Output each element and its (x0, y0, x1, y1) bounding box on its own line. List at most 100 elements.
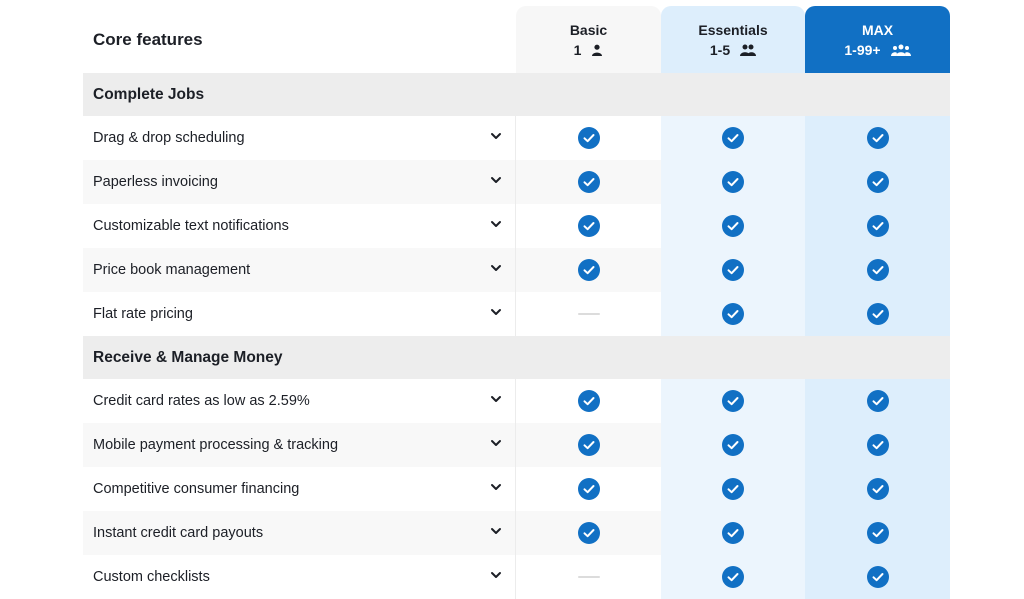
user-count: 1-5 (709, 41, 731, 58)
cell-essentials (661, 423, 805, 467)
cell-basic (516, 204, 661, 248)
cell-essentials (661, 379, 805, 423)
core-features-title: Core features (93, 29, 203, 49)
cell-essentials (661, 511, 805, 555)
dash-icon (577, 313, 600, 315)
feature-label: Customizable text notifications (93, 218, 289, 234)
check-circle-icon (722, 171, 744, 193)
feature-row[interactable]: Custom checklists (83, 555, 950, 599)
person-icon (591, 44, 603, 56)
chevron-down-icon[interactable] (489, 217, 503, 235)
feature-label-cell[interactable]: Custom checklists (83, 555, 516, 599)
feature-label: Paperless invoicing (93, 174, 218, 190)
check-circle-icon (866, 171, 889, 193)
chevron-down-icon[interactable] (489, 305, 503, 323)
chevron-down-icon[interactable] (489, 392, 503, 410)
feature-row[interactable]: Drag & drop scheduling (83, 116, 950, 160)
feature-label-cell[interactable]: Credit card rates as low as 2.59% (83, 379, 516, 423)
feature-row[interactable]: Customizable text notifications (83, 204, 950, 248)
feature-label: Competitive consumer financing (93, 481, 300, 497)
check-circle-icon (866, 434, 889, 456)
feature-row[interactable]: Competitive consumer financing (83, 467, 950, 511)
section-header: Complete Jobs (83, 73, 950, 116)
check-circle-icon (866, 390, 889, 412)
feature-label-cell[interactable]: Paperless invoicing (83, 160, 516, 204)
check-circle-icon (577, 478, 600, 500)
feature-row[interactable]: Mobile payment processing & tracking (83, 423, 950, 467)
chevron-down-icon[interactable] (489, 129, 503, 147)
cell-max (805, 248, 950, 292)
table-header: Core features Basic 1 Essentials 1-5 MAX (83, 6, 950, 73)
check-circle-icon (722, 522, 744, 544)
cell-basic (516, 555, 661, 599)
check-circle-icon (866, 259, 889, 281)
check-circle-icon (722, 259, 744, 281)
cell-essentials (661, 292, 805, 336)
check-circle-icon (577, 171, 600, 193)
feature-label: Flat rate pricing (93, 306, 193, 322)
cell-max (805, 511, 950, 555)
cell-essentials (661, 204, 805, 248)
plan-basic-header: Basic 1 (516, 6, 661, 73)
cell-basic (516, 423, 661, 467)
cell-max (805, 204, 950, 248)
cell-max (805, 423, 950, 467)
check-circle-icon (577, 434, 600, 456)
cell-max (805, 292, 950, 336)
chevron-down-icon[interactable] (489, 524, 503, 542)
check-circle-icon (722, 566, 744, 588)
feature-label-cell[interactable]: Price book management (83, 248, 516, 292)
cell-basic (516, 292, 661, 336)
cell-essentials (661, 555, 805, 599)
check-circle-icon (866, 303, 889, 325)
feature-row[interactable]: Paperless invoicing (83, 160, 950, 204)
plan-name: Essentials (698, 21, 768, 38)
chevron-down-icon[interactable] (489, 436, 503, 454)
chevron-down-icon[interactable] (489, 568, 503, 586)
check-circle-icon (866, 127, 889, 149)
check-circle-icon (722, 390, 744, 412)
user-count: 1 (573, 41, 582, 58)
feature-label-cell[interactable]: Competitive consumer financing (83, 467, 516, 511)
cell-basic (516, 248, 661, 292)
feature-label: Price book management (93, 262, 251, 278)
cell-essentials (661, 248, 805, 292)
feature-row[interactable]: Flat rate pricing (83, 292, 950, 336)
user-count: 1-99+ (844, 41, 881, 58)
feature-label: Drag & drop scheduling (93, 130, 245, 146)
chevron-down-icon[interactable] (489, 261, 503, 279)
cell-max (805, 160, 950, 204)
plan-name: MAX (861, 21, 894, 38)
check-circle-icon (577, 215, 600, 237)
feature-label-cell[interactable]: Instant credit card payouts (83, 511, 516, 555)
chevron-down-icon[interactable] (489, 480, 503, 498)
feature-label-cell[interactable]: Mobile payment processing & tracking (83, 423, 516, 467)
feature-row[interactable]: Price book management (83, 248, 950, 292)
check-circle-icon (722, 215, 744, 237)
check-circle-icon (722, 303, 744, 325)
feature-label-cell[interactable]: Drag & drop scheduling (83, 116, 516, 160)
feature-label-cell[interactable]: Customizable text notifications (83, 204, 516, 248)
cell-max (805, 555, 950, 599)
plan-name: Basic (569, 21, 608, 38)
cell-essentials (661, 160, 805, 204)
cell-basic (516, 467, 661, 511)
feature-label-cell[interactable]: Flat rate pricing (83, 292, 516, 336)
cell-max (805, 467, 950, 511)
check-circle-icon (577, 522, 600, 544)
feature-label: Instant credit card payouts (93, 525, 264, 541)
check-circle-icon (577, 390, 600, 412)
cell-basic (516, 116, 661, 160)
chevron-down-icon[interactable] (489, 173, 503, 191)
check-circle-icon (722, 478, 744, 500)
check-circle-icon (866, 215, 889, 237)
group-icon (890, 44, 911, 56)
dash-icon (577, 576, 600, 578)
feature-row[interactable]: Credit card rates as low as 2.59% (83, 379, 950, 423)
feature-comparison-table: Core features Basic 1 Essentials 1-5 MAX (83, 6, 950, 599)
check-circle-icon (577, 127, 600, 149)
feature-row[interactable]: Instant credit card payouts (83, 511, 950, 555)
feature-label: Mobile payment processing & tracking (93, 437, 339, 453)
cell-max (805, 379, 950, 423)
check-circle-icon (577, 259, 600, 281)
